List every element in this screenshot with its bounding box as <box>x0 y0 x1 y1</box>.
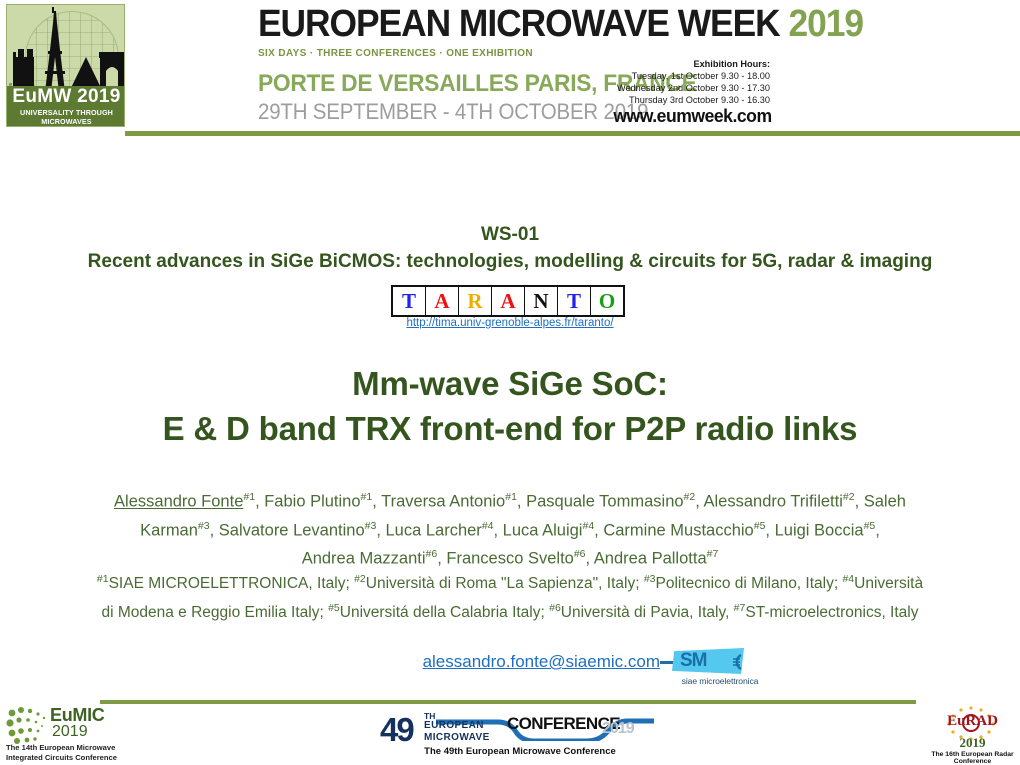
eumw-logo-title: EuMW 2019 <box>12 86 121 107</box>
taranto-letter-5: T <box>558 287 591 315</box>
eurad-logo-caption: The 16th European Radar Conference <box>931 751 1014 765</box>
eumc-logo-line2: MICROWAVE <box>424 732 490 743</box>
footer-divider <box>100 700 916 704</box>
taranto-letter-4: N <box>525 287 558 315</box>
presentation-title-line1: Mm-wave SiGe SoC: <box>352 365 668 402</box>
eurad-logo-name-suffix: RAD <box>965 713 998 729</box>
eumic-dots-icon <box>6 707 46 744</box>
eumic-2019-logo: EuMIC 2019 The 14th European Microwave I… <box>4 703 204 762</box>
siae-microelettronica-logo: SM siae microelettronica <box>660 648 780 694</box>
presentation-title-line2: E & D band TRX front-end for P2P radio l… <box>162 410 858 447</box>
workshop-code: WS-01 <box>480 224 540 245</box>
affiliation-list: #1SIAE MICROELETTRONICA, Italy; #2Univer… <box>96 573 924 622</box>
taranto-letter-1: A <box>426 287 459 315</box>
eumic-logo-year: 2019 <box>52 723 88 740</box>
header-divider <box>125 131 1020 136</box>
banner-title: EUROPEAN MICROWAVE WEEK 2019 <box>258 4 864 44</box>
eumc-logo-line1: EUROPEAN <box>424 720 484 731</box>
eurad-logo-name: EuRAD <box>925 713 1020 730</box>
taranto-url-link[interactable]: http://tima.univ-grenoble-alpes.fr/taran… <box>0 317 1020 329</box>
eumc-logo-number: 49 <box>380 711 415 748</box>
taranto-letter-2: R <box>459 287 492 315</box>
taranto-logo: TARANTO <box>391 285 625 317</box>
eumw-logo-tagline: UNIVERSALITY THROUGH MICROWAVES <box>20 108 113 126</box>
taranto-letter-6: O <box>598 288 616 313</box>
taranto-letter-0: T <box>393 287 426 315</box>
presentation-title: Mm-wave SiGe SoC: E & D band TRX front-e… <box>0 361 1020 451</box>
header-banner: nbs EuMW 2019 UNIVERSALITY THROUGH MICRO… <box>0 0 1020 136</box>
banner-title-main: EUROPEAN MICROWAVE WEEK <box>258 3 789 45</box>
siae-logo-arc-icon <box>733 653 742 671</box>
workshop-title: Recent advances in SiGe BiCMOS: technolo… <box>87 251 933 272</box>
banner-title-year: 2019 <box>788 3 864 45</box>
exhibition-hours-heading: Exhibition Hours: <box>693 59 770 69</box>
eurad-logo-name-prefix: Eu <box>947 713 966 729</box>
exhibition-hours-line: Tuesday, 1st October 9.30 - 18.00 <box>631 71 770 81</box>
exhibition-hours: Exhibition Hours: Tuesday, 1st October 9… <box>617 58 770 106</box>
eumc-logo-year: 2019 <box>602 720 635 737</box>
contact-email-link[interactable]: alessandro.fonte@siaemic.com <box>300 652 660 672</box>
eurad-logo-year: 2019 <box>959 735 986 750</box>
siae-logo-mark: SM <box>680 650 707 671</box>
eurad-2019-logo: EuRAD 2019 The 16th European Radar Confe… <box>925 705 1020 765</box>
siae-logo-caption: siae microelettronica <box>681 676 759 686</box>
eumic-logo-caption: The 14th European Microwave Integrated C… <box>6 743 117 762</box>
eumweek-website[interactable]: www.eumweek.com <box>614 105 773 127</box>
eumw-2019-logo: nbs EuMW 2019 UNIVERSALITY THROUGH MICRO… <box>6 4 125 127</box>
eumc-2019-logo: 49 TH EUROPEAN MICROWAVE CONFERENCE 2019… <box>380 709 660 761</box>
exhibition-hours-line: Wednesday 2nd October 9.30 - 17.30 <box>616 83 770 93</box>
taranto-letter-3: A <box>492 287 525 315</box>
eumw-logo-bar: EuMW 2019 UNIVERSALITY THROUGH MICROWAVE… <box>7 86 124 126</box>
author-list: Alessandro Fonte#1, Fabio Plutino#1, Tra… <box>114 491 906 568</box>
eumc-logo-caption: The 49th European Microwave Conference <box>424 746 616 757</box>
